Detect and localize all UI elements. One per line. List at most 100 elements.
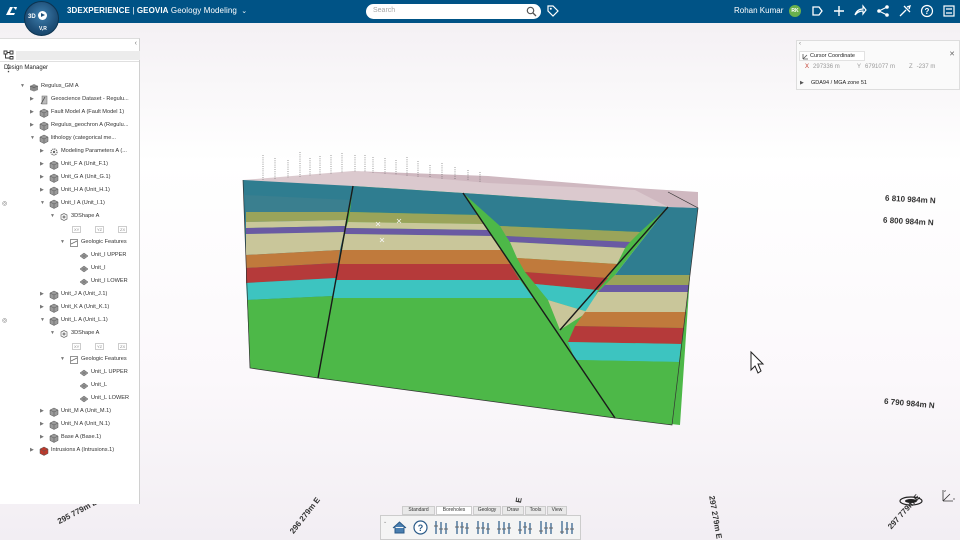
tree-item[interactable]: ▶ Unit_K A (Unit_K.1) [0,302,140,314]
tree-item[interactable]: Unit_I [0,263,140,275]
expand-down-icon[interactable]: ▼ [60,356,65,362]
user-name[interactable]: Rohan Kumar [734,6,783,15]
visibility-eye-icon[interactable]: ◎ [2,317,7,324]
tab-view[interactable]: View [547,506,567,515]
tree-item[interactable]: ▶ Unit_M A (Unit_M.1) [0,406,140,418]
tab-standard[interactable]: Standard [402,506,435,515]
ds-logo-icon[interactable] [4,4,19,18]
tree-item[interactable]: ▼ 3DShape A [0,328,140,340]
expand-right-icon[interactable]: ▶ [40,187,44,193]
search-input[interactable]: Search [373,7,395,14]
expand-right-icon[interactable]: ▶ [30,96,34,102]
tree-item[interactable]: ▶ Intrusions A (Intrusions.1) [0,445,140,457]
network-icon[interactable] [876,4,890,18]
expand-down-icon[interactable]: ▼ [40,200,45,206]
tab-cursor-coordinate[interactable]: Cursor Coordinate [799,51,865,61]
tree-view-icon[interactable] [3,50,14,60]
app-brand[interactable]: 3DEXPERIENCE | GEOVIA Geology Modeling ⌄ [67,6,247,15]
close-icon[interactable]: ✕ [949,50,955,58]
tab-draw[interactable]: Draw [502,506,524,515]
tree-item[interactable]: ▶ Fault Model A (Fault Model 1) [0,107,140,119]
tree-item[interactable]: ▼ Geologic Features [0,237,140,249]
3d-viewport[interactable] [140,23,960,540]
expand-icon[interactable]: ▶ [800,80,804,86]
tree-item[interactable]: ▶ Base A (Base.1) [0,432,140,444]
compass-widget[interactable]: 3D V,R [24,1,59,36]
expand-down-icon[interactable]: ▼ [40,317,45,323]
collapse-panel-icon[interactable]: ‹ [135,40,137,47]
tree-item[interactable]: ▶ Unit_F A (Unit_F.1) [0,159,140,171]
avatar[interactable]: RK [789,5,801,17]
more-options-icon[interactable]: ⋮ [4,63,133,74]
tree-item[interactable]: ▶ Regulus_geochron A (Regulu... [0,120,140,132]
axis-triad-icon[interactable]: z x [938,488,956,506]
borehole-settings-icon[interactable] [559,519,576,536]
tree-item[interactable]: Unit_L [0,380,140,392]
plane-xy-button[interactable]: XY [72,343,82,350]
share-icon[interactable] [853,4,867,18]
borehole-export-icon[interactable] [538,519,555,536]
expand-down-icon[interactable]: ▼ [30,135,35,141]
geology-model-scene[interactable] [140,23,960,540]
search-bar[interactable]: Search [366,4,541,19]
expand-right-icon[interactable]: ▶ [30,447,34,453]
bookmark-icon[interactable] [810,4,824,18]
expand-right-icon[interactable]: ▶ [40,421,44,427]
help-icon[interactable]: ? [412,519,429,536]
tab-geology[interactable]: Geology [473,506,501,515]
action-bar-collapse-icon[interactable]: ⌄ [383,519,387,525]
expand-down-icon[interactable]: ▼ [50,213,55,219]
tree-item[interactable]: Unit_L LOWER [0,393,140,405]
tree-item[interactable]: ▼ Unit_L A (Unit_L.1) ◎ [0,315,140,327]
tree-item[interactable]: ▶ Unit_J A (Unit_J.1) [0,289,140,301]
expand-right-icon[interactable]: ▶ [40,408,44,414]
plane-zx-button[interactable]: ZX [118,343,128,350]
plane-xy-button[interactable]: XY [72,226,82,233]
settings-icon[interactable] [942,4,956,18]
expand-right-icon[interactable]: ▶ [40,174,44,180]
tree-item[interactable]: ▶ Unit_H A (Unit_H.1) [0,185,140,197]
tree-item[interactable]: ▶ Geoscience Dataset - Regulu... [0,94,140,106]
search-icon[interactable] [526,6,537,17]
navigation-globe-icon[interactable] [898,494,924,508]
expand-down-icon[interactable]: ▼ [20,83,25,89]
expand-right-icon[interactable]: ▶ [40,434,44,440]
chevron-down-icon[interactable]: ⌄ [241,7,247,15]
help-icon[interactable]: ? [920,4,934,18]
borehole-trace-icon[interactable] [496,519,513,536]
expand-right-icon[interactable]: ▶ [40,148,44,154]
expand-right-icon[interactable]: ▶ [40,291,44,297]
tag-icon[interactable] [547,5,559,17]
tree-item[interactable]: ▼ Regulus_GM A [0,81,140,93]
tree-item[interactable]: ▼ 3DShape A [0,211,140,223]
tab-tools[interactable]: Tools [525,506,546,515]
play-icon[interactable] [38,11,47,20]
tree-item[interactable]: ▼ Geologic Features [0,354,140,366]
borehole-log-icon[interactable] [454,519,471,536]
expand-right-icon[interactable]: ▶ [30,122,34,128]
tree-item[interactable]: Unit_I UPPER [0,250,140,262]
borehole-collar-icon[interactable] [475,519,492,536]
expand-right-icon[interactable]: ▶ [40,304,44,310]
plane-zx-button[interactable]: ZX [118,226,128,233]
tree-item[interactable]: Unit_I LOWER [0,276,140,288]
expand-down-icon[interactable]: ▼ [60,239,65,245]
borehole-icon[interactable] [433,519,450,536]
add-icon[interactable] [832,4,846,18]
expand-right-icon[interactable]: ▶ [30,109,34,115]
visibility-eye-icon[interactable]: ◎ [2,200,7,207]
tree-item[interactable]: ▶ Modeling Parameters A (... [0,146,140,158]
tree-item[interactable]: ▼ lithology (categorical me... [0,133,140,145]
tree-item[interactable]: Unit_L UPPER [0,367,140,379]
tree-item[interactable]: ▶ Unit_N A (Unit_N.1) [0,419,140,431]
tools-icon[interactable] [898,4,912,18]
expand-down-icon[interactable]: ▼ [50,330,55,336]
tree-item[interactable]: ▼ Unit_I A (Unit_I.1) ◎ [0,198,140,210]
plane-yz-button[interactable]: YZ [95,343,105,350]
tab-boreholes[interactable]: Boreholes [436,506,472,515]
plane-yz-button[interactable]: YZ [95,226,105,233]
borehole-interval-icon[interactable] [517,519,534,536]
home-icon[interactable] [391,519,408,536]
collapse-icon[interactable]: ‹ [799,41,801,47]
tree-item[interactable]: ▶ Unit_G A (Unit_G.1) [0,172,140,184]
